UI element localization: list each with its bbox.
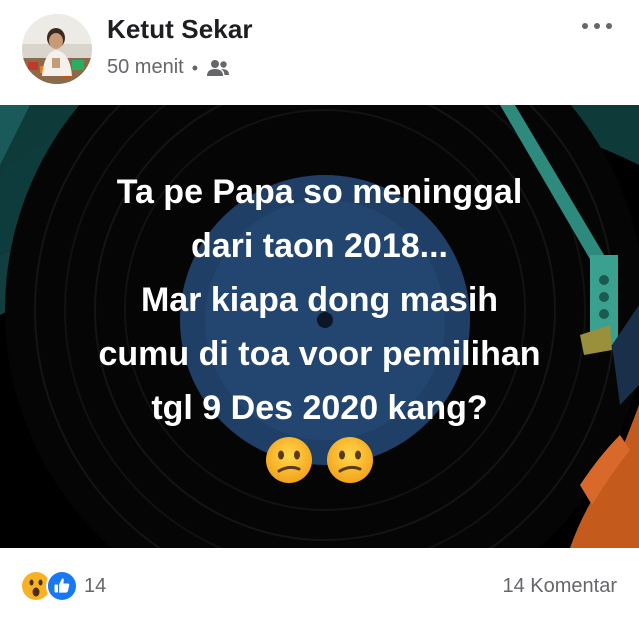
image-text-line: Mar kiapa dong masih xyxy=(140,281,499,319)
image-text-line: dari taon 2018... xyxy=(191,227,448,265)
author-avatar[interactable] xyxy=(22,14,92,84)
friends-icon[interactable] xyxy=(206,58,230,78)
post-header: Ketut Sekar 50 menit • xyxy=(0,0,639,105)
confused-face-emoji xyxy=(326,437,373,483)
like-reaction-icon xyxy=(46,570,78,602)
post-image[interactable]: Ta pe Papa so meninggal dari taon 2018..… xyxy=(0,105,639,548)
post-footer: 14 14 Komentar xyxy=(0,548,639,624)
comment-count-link[interactable]: 14 Komentar xyxy=(502,575,617,598)
reaction-summary[interactable]: 14 xyxy=(20,570,106,602)
author-name[interactable]: Ketut Sekar xyxy=(107,14,253,45)
emoji-row xyxy=(0,435,639,490)
more-horizontal-icon xyxy=(582,23,588,29)
post-meta: 50 menit • xyxy=(107,56,230,79)
image-text-line: tgl 9 Des 2020 kang? xyxy=(151,389,488,427)
more-options-button[interactable] xyxy=(577,12,617,40)
image-text-line: cumu di toa voor pemilihan xyxy=(98,335,541,373)
post-timestamp[interactable]: 50 menit xyxy=(107,56,184,79)
confused-face-emoji xyxy=(266,437,313,483)
post-image-text: Ta pe Papa so meninggal dari taon 2018..… xyxy=(0,165,639,435)
image-text-line: Ta pe Papa so meninggal xyxy=(116,173,523,211)
meta-separator: • xyxy=(191,57,199,78)
reaction-count: 14 xyxy=(84,574,107,597)
